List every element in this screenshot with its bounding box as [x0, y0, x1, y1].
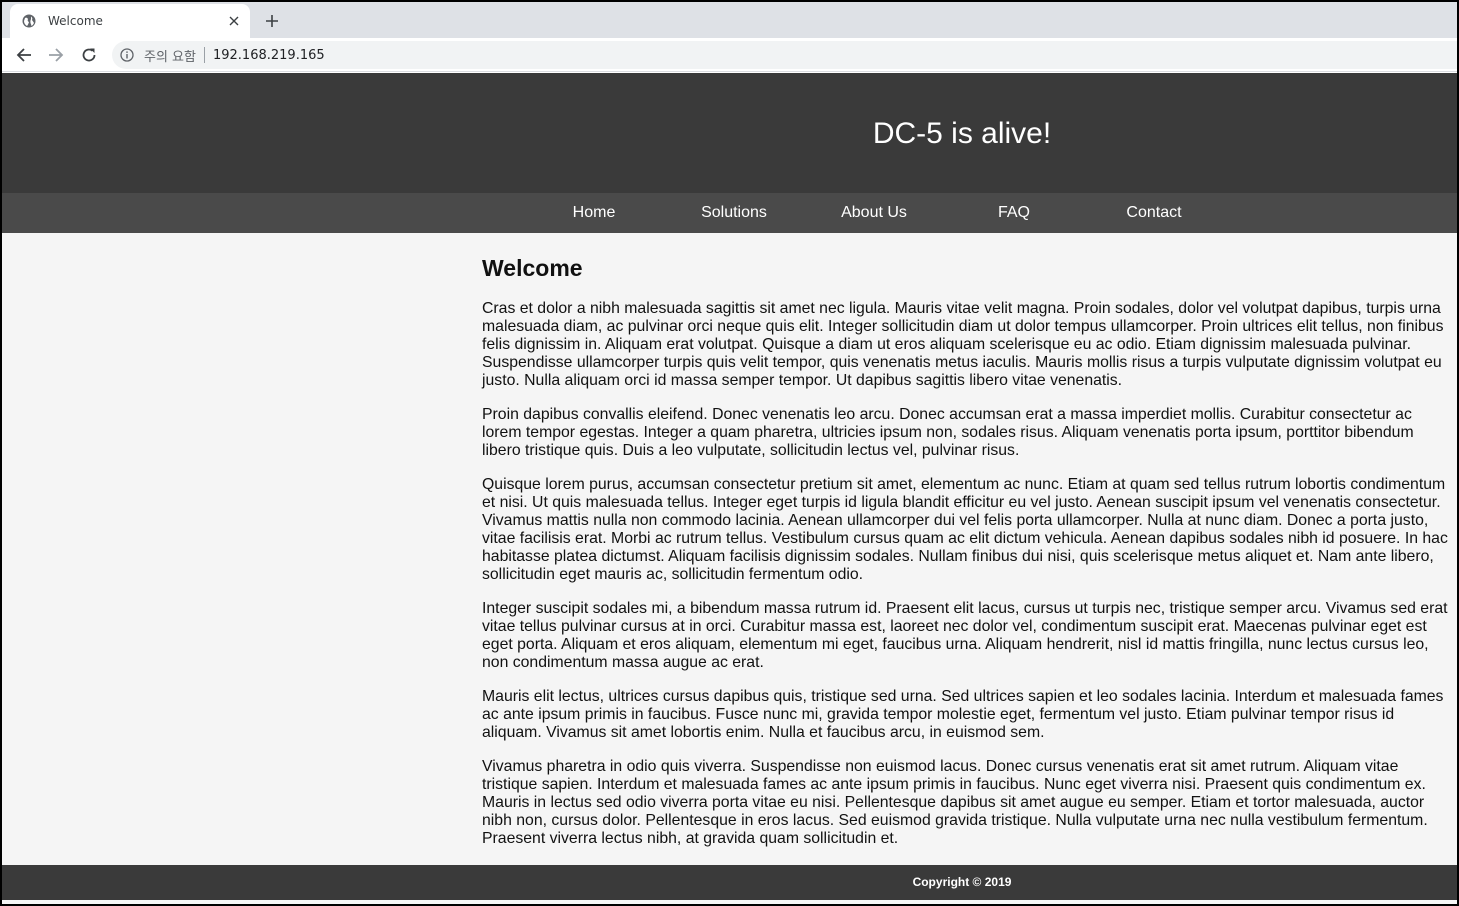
page-heading: Welcome [482, 255, 583, 281]
url-text[interactable]: 192.168.219.165 [213, 48, 325, 63]
main-content: Welcome Cras et dolor a nibh malesuada s… [482, 233, 1448, 864]
security-label: 주의 요함 [144, 49, 196, 65]
browser-toolbar: 주의 요함 192.168.219.165 [2, 38, 1457, 72]
back-arrow-icon[interactable] [12, 43, 36, 67]
nav-link-about-us[interactable]: About Us [804, 193, 944, 233]
separator [203, 47, 205, 63]
content-paragraph: Mauris elit lectus, ultrices cursus dapi… [482, 688, 1444, 741]
copyright-text: Copyright © 2019 [912, 875, 1012, 889]
page-viewport: DC-5 is alive! Home Solutions About Us F… [2, 73, 1457, 904]
info-icon[interactable] [120, 47, 136, 63]
content-paragraph: Proin dapibus convallis eleifend. Donec … [482, 406, 1414, 459]
site-title: DC-5 is alive! [872, 117, 1052, 150]
new-tab-icon[interactable] [260, 10, 284, 32]
close-icon[interactable] [226, 13, 242, 29]
browser-tab[interactable]: Welcome [10, 4, 250, 38]
tab-strip: Welcome [2, 2, 1457, 38]
content-paragraph: Integer suscipit sodales mi, a bibendum … [482, 600, 1448, 671]
site-footer: Copyright © 2019 [2, 865, 1457, 900]
nav-link-faq[interactable]: FAQ [944, 193, 1084, 233]
forward-arrow-icon[interactable] [44, 43, 68, 67]
nav-link-solutions[interactable]: Solutions [664, 193, 804, 233]
content-paragraph: Cras et dolor a nibh malesuada sagittis … [482, 300, 1444, 389]
content-paragraph: Quisque lorem purus, accumsan consectetu… [482, 476, 1448, 583]
site-nav: Home Solutions About Us FAQ Contact [2, 193, 1457, 233]
site-header: DC-5 is alive! [2, 73, 1457, 193]
address-bar[interactable]: 주의 요함 192.168.219.165 [112, 41, 1457, 69]
nav-link-home[interactable]: Home [524, 193, 664, 233]
tab-title: Welcome [48, 14, 103, 28]
content-paragraph: Vivamus pharetra in odio quis viverra. S… [482, 758, 1428, 847]
reload-icon[interactable] [77, 43, 101, 67]
nav-link-contact[interactable]: Contact [1084, 193, 1224, 233]
globe-icon [22, 13, 38, 29]
